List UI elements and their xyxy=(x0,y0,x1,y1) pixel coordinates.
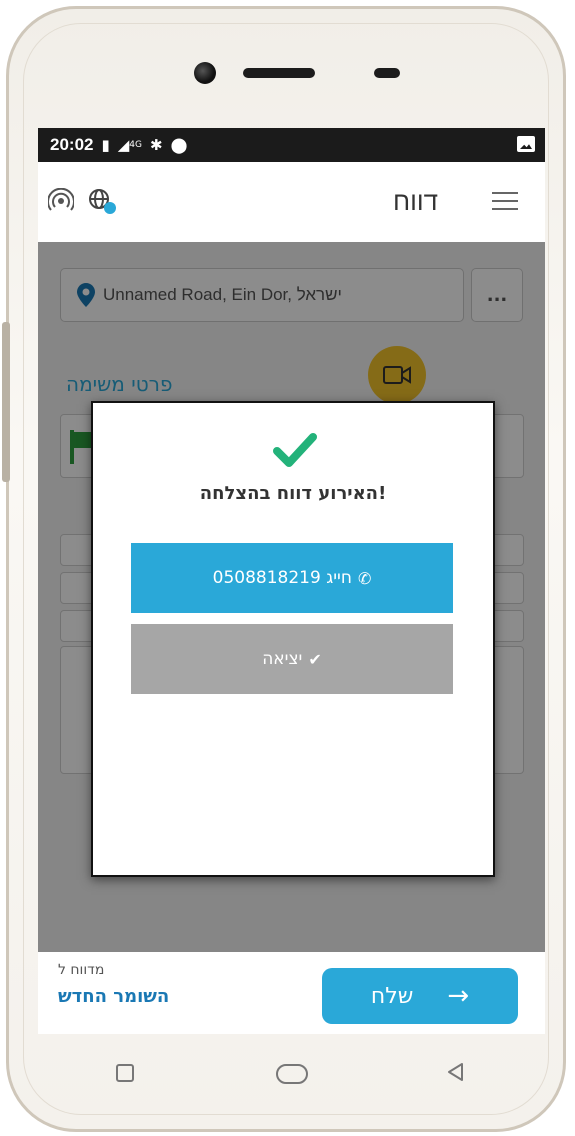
page-title: דווח xyxy=(393,186,439,216)
reported-to-label: מדווח ל xyxy=(58,962,105,978)
battery-charging-icon: ▮ xyxy=(101,136,110,154)
dialog-message: האירוע דווח בהצלחה! xyxy=(199,483,387,504)
check-icon xyxy=(273,433,317,467)
phone-side-button xyxy=(2,322,10,482)
call-label: חייג 0508818219 xyxy=(212,568,352,588)
status-bar: 20:02 ▮ ◢ 4G ✱ ⬤ xyxy=(38,128,545,162)
image-notification-icon xyxy=(517,136,535,152)
phone-icon: ✆ xyxy=(357,568,372,588)
bottom-bar: מדווח ל השומר החדש שלח → xyxy=(38,952,545,1034)
location-status-icon: ⬤ xyxy=(170,136,188,154)
back-icon[interactable] xyxy=(446,1062,464,1082)
send-label: שלח xyxy=(370,983,414,1009)
status-time: 20:02 xyxy=(50,135,94,154)
guard-name-link[interactable]: השומר החדש xyxy=(58,986,169,1007)
bluetooth-icon: ✱ xyxy=(150,136,163,154)
exit-button[interactable]: יציאה ✔ xyxy=(131,624,453,694)
arrow-right-icon: → xyxy=(447,981,470,1011)
connection-status-dot xyxy=(104,202,116,214)
nfc-icon[interactable] xyxy=(48,188,74,214)
proximity-sensor xyxy=(374,68,400,78)
android-nav-bar xyxy=(38,1034,545,1104)
home-icon[interactable] xyxy=(276,1064,308,1084)
checkmark-icon: ✔ xyxy=(308,649,322,669)
network-type: 4G xyxy=(129,140,142,150)
recent-apps-icon[interactable] xyxy=(116,1064,134,1082)
exit-label: יציאה xyxy=(262,649,303,669)
globe-icon[interactable] xyxy=(88,188,116,214)
front-camera xyxy=(194,62,216,84)
earpiece-speaker xyxy=(243,68,315,78)
app-bar: דווח xyxy=(38,162,545,242)
success-dialog: האירוע דווח בהצלחה! חייג 0508818219 ✆ יצ… xyxy=(91,401,495,877)
hamburger-menu-icon[interactable] xyxy=(492,192,518,210)
call-button[interactable]: חייג 0508818219 ✆ xyxy=(131,543,453,613)
send-button[interactable]: שלח → xyxy=(322,968,518,1024)
signal-icon: ◢ xyxy=(117,136,130,154)
